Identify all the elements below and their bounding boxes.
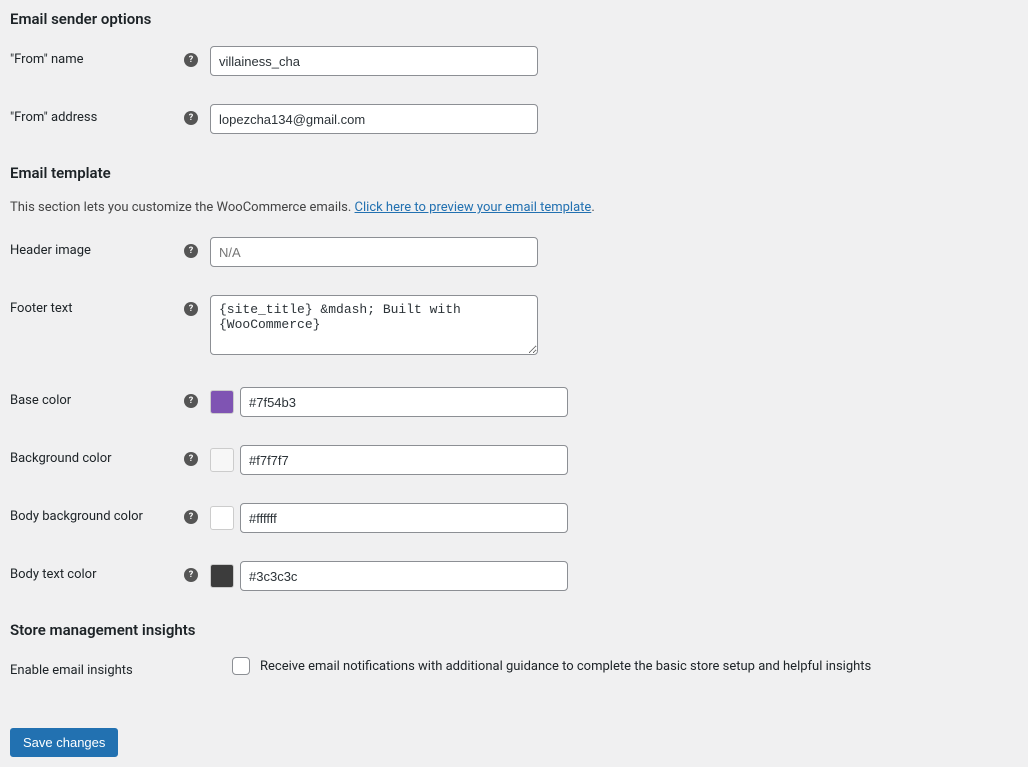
insights-heading: Store management insights	[10, 621, 1018, 639]
base-color-label: Base color	[10, 393, 71, 408]
base-color-input[interactable]	[240, 387, 568, 417]
background-color-input[interactable]	[240, 445, 568, 475]
email-sender-heading: Email sender options	[10, 10, 1018, 28]
from-name-input[interactable]	[210, 46, 538, 76]
body-text-color-input[interactable]	[240, 561, 568, 591]
help-icon[interactable]: ?	[184, 510, 198, 524]
body-bg-color-swatch[interactable]	[210, 506, 234, 530]
template-description: This section lets you customize the WooC…	[10, 200, 1018, 215]
insights-checkbox[interactable]	[232, 657, 250, 675]
insights-description: Receive email notifications with additio…	[260, 659, 871, 674]
help-icon[interactable]: ?	[184, 452, 198, 466]
email-template-heading: Email template	[10, 164, 1018, 182]
help-icon[interactable]: ?	[184, 568, 198, 582]
footer-text-label: Footer text	[10, 301, 73, 316]
help-icon[interactable]: ?	[184, 394, 198, 408]
background-color-swatch[interactable]	[210, 448, 234, 472]
from-address-label: "From" address	[10, 110, 97, 125]
header-image-input[interactable]	[210, 237, 538, 267]
help-icon[interactable]: ?	[184, 244, 198, 258]
preview-template-link[interactable]: Click here to preview your email templat…	[355, 200, 592, 215]
body-text-color-swatch[interactable]	[210, 564, 234, 588]
from-name-label: "From" name	[10, 52, 84, 67]
save-button[interactable]: Save changes	[10, 728, 118, 757]
body-bg-color-label: Body background color	[10, 509, 143, 524]
footer-text-input[interactable]: {site_title} &mdash; Built with {WooComm…	[210, 295, 538, 355]
base-color-swatch[interactable]	[210, 390, 234, 414]
background-color-label: Background color	[10, 451, 112, 466]
help-icon[interactable]: ?	[184, 302, 198, 316]
help-icon[interactable]: ?	[184, 53, 198, 67]
body-bg-color-input[interactable]	[240, 503, 568, 533]
body-text-color-label: Body text color	[10, 567, 97, 582]
from-address-input[interactable]	[210, 104, 538, 134]
help-icon[interactable]: ?	[184, 111, 198, 125]
header-image-label: Header image	[10, 243, 91, 258]
insights-label: Enable email insights	[10, 663, 133, 678]
